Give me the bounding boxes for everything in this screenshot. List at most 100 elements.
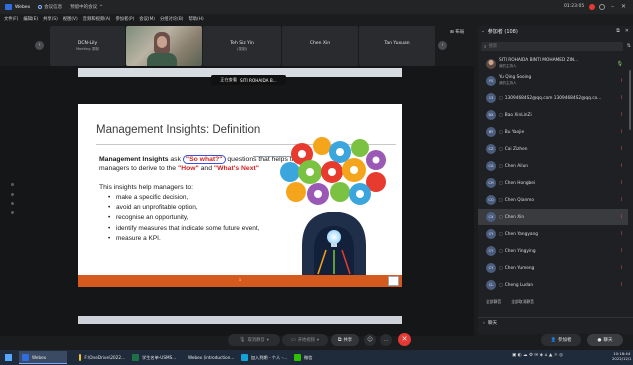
taskbar-item-explorer[interactable]: F:\OneDrive\2022...: [76, 351, 128, 364]
mic-muted-icon: ⌇: [620, 163, 623, 169]
layout-button[interactable]: ⊞ 布局: [450, 29, 464, 35]
start-video-button[interactable]: ▭ 开始视频 ▾: [282, 334, 328, 346]
meeting-info-button[interactable]: 会议信息: [38, 4, 62, 10]
menu-meeting[interactable]: 会议(M): [139, 16, 155, 22]
popout-icon[interactable]: ⧉: [616, 28, 620, 34]
participant-row[interactable]: CL ▢ Cheng Ludan ⌇: [478, 277, 628, 293]
taskbar-item-excel[interactable]: 学生名单-USMS...: [129, 351, 181, 364]
participant-row[interactable]: CH ▢ Chen Hongbei ⌇: [478, 175, 628, 191]
chat-toggle-button[interactable]: ● 聊天: [587, 334, 623, 346]
participant-name: ▢ Bu Yaojie: [499, 129, 525, 135]
chat-label: 聊天: [487, 321, 498, 326]
participant-row[interactable]: 13 ▢ 13094684S2@qq.com 13094684S2@qq.co..…: [478, 90, 628, 106]
participant-row[interactable]: CA ▢ Chen Ailun ⌇: [478, 158, 628, 174]
avatar: CH: [486, 178, 496, 188]
device-icon: ▢: [499, 163, 503, 168]
device-icon: ▢: [499, 129, 503, 134]
system-tray-icons[interactable]: ▣ ◐ ☁ ⚙ ✉ ◈ ⌂ ▲ ☼ ◎: [512, 353, 563, 358]
participant-row[interactable]: CY ▢ Chen Yingying ⌇: [478, 243, 628, 259]
participant-row[interactable]: BX ▢ Bao XinLinZi ⌇: [478, 107, 628, 123]
video-tile[interactable]: Tan Yuxuan: [359, 26, 435, 66]
meeting-status[interactable]: 预留中的会议 ^: [70, 4, 103, 11]
para-text: and: [198, 164, 214, 172]
bullet-item: recognise an opportunity,: [108, 214, 273, 223]
unmute-all-button[interactable]: 全部取消静音: [511, 299, 534, 305]
menu-file[interactable]: 文件(F): [4, 16, 18, 22]
participant-row[interactable]: SITI ROHAIDA BINTI MOHAMED ZIN... 我的主持人 …: [478, 56, 628, 72]
participant-row[interactable]: CQ ▢ Chen Qianmo ⌇: [478, 192, 628, 208]
close-panel-icon[interactable]: ✕: [625, 28, 629, 34]
participant-face: [157, 36, 167, 48]
recording-icon[interactable]: [589, 4, 595, 10]
windows-start-icon[interactable]: [5, 354, 12, 361]
participant-row[interactable]: CZ ▢ Cai Zizhen ⌇: [478, 141, 628, 157]
menu-help[interactable]: 帮助(H): [188, 16, 203, 22]
participant-row[interactable]: CY ▢ Chen Yumeng ⌇: [478, 260, 628, 276]
participants-toggle-button[interactable]: 👤 参加者: [541, 334, 581, 346]
gears-cluster: [280, 137, 386, 205]
viewing-indicator[interactable]: 正在查看 SITI ROHAIDA B...: [211, 75, 286, 85]
menu-breakout[interactable]: 分组讨论(B): [160, 16, 184, 22]
avatar: CY: [486, 229, 496, 239]
avatar: 13: [486, 93, 496, 103]
video-tile-camera[interactable]: [126, 26, 202, 66]
video-tile[interactable]: Teh Siz Yin (录制): [203, 26, 281, 66]
webex-logo-icon: [5, 4, 12, 10]
video-tile[interactable]: Chen Xin: [282, 26, 358, 66]
chat-section-header[interactable]: › 聊天: [478, 317, 633, 328]
taskbar-item-wechat[interactable]: 微信: [291, 351, 321, 364]
menu-view[interactable]: 视图(V): [63, 16, 78, 22]
participant-row[interactable]: BY ▢ Bu Yaojie ⌇: [478, 124, 628, 140]
highlight-whats-next: "What's Next": [213, 164, 259, 172]
avatar: BY: [486, 127, 496, 137]
participant-row[interactable]: YS Yu Qing Sooing 我的主持人 ⌇: [478, 73, 628, 89]
mic-muted-icon: ⌇: [620, 78, 623, 84]
strip-prev-button[interactable]: ‹: [35, 41, 44, 50]
participant-name: ▢ Cheng Ludan: [499, 282, 534, 288]
chevron-up-icon: ^: [99, 4, 103, 10]
menu-edit[interactable]: 编辑(E): [23, 16, 38, 22]
settings-icon[interactable]: [599, 4, 605, 10]
share-icon: ⧉: [337, 337, 342, 343]
lightbulb-icon: [327, 230, 341, 244]
strip-next-button[interactable]: ›: [438, 41, 447, 50]
participant-scrollbar[interactable]: [629, 70, 631, 130]
minimize-button[interactable]: –: [611, 3, 614, 10]
menu-audio-video[interactable]: 音频和视频(A): [83, 16, 111, 22]
menu-participants[interactable]: 参加者(P): [115, 16, 134, 22]
mute-button[interactable]: 🎙 取消静音 ▾: [228, 334, 280, 346]
avatar: [486, 59, 496, 69]
presenter-logo-icon: [388, 276, 399, 286]
participant-search[interactable]: ⌕: [481, 42, 623, 51]
reactions-button[interactable]: ☺: [364, 334, 376, 346]
close-window-button[interactable]: ✕: [621, 3, 626, 10]
sort-icon[interactable]: ⇅: [627, 43, 631, 49]
bullet-item: avoid an unprofitable option,: [108, 204, 273, 213]
search-icon: ⌕: [484, 44, 487, 50]
panel-header[interactable]: ⌄ 参加者 (108): [481, 28, 518, 35]
mic-muted-icon: ⌇: [620, 231, 623, 237]
mute-all-button[interactable]: 全部静音: [486, 299, 501, 305]
bullet-item: measure a KPI.: [108, 235, 273, 244]
menu-share[interactable]: 共享(S): [43, 16, 58, 22]
taskbar-item-webex-intro[interactable]: Webex (introduction...: [182, 351, 237, 364]
system-clock[interactable]: 10:16:44 2022/12/1: [612, 351, 631, 361]
mic-muted-icon: ⌇: [620, 197, 623, 203]
more-options-button[interactable]: …: [380, 334, 392, 346]
video-tile[interactable]: DCN-Lily Meeting 录制: [50, 26, 125, 66]
share-button[interactable]: ⧉ 共享: [331, 334, 359, 346]
taskbar-item-browser[interactable]: 加入到期 - 个人 -...: [238, 351, 290, 364]
participant-row[interactable]: CY ▢ Chen Yangyang ⌇: [478, 226, 628, 242]
participant-actions: 全部静音 全部取消静音: [483, 296, 633, 308]
search-input[interactable]: [488, 42, 609, 51]
participant-row-selected[interactable]: CX ▢ Chen Xin ⌇: [478, 209, 628, 225]
mic-muted-icon: ⌇: [620, 146, 623, 152]
dot: [11, 211, 14, 214]
mic-muted-icon: ⌇: [620, 95, 623, 101]
taskbar-item-webex[interactable]: Webex: [19, 351, 67, 364]
app-title: Webex: [15, 4, 31, 10]
tile-sub: Meeting 录制: [76, 47, 99, 51]
info-icon: [38, 5, 43, 9]
tile-name: Tan Yuxuan: [384, 41, 410, 46]
leave-meeting-button[interactable]: ✕: [398, 333, 411, 346]
